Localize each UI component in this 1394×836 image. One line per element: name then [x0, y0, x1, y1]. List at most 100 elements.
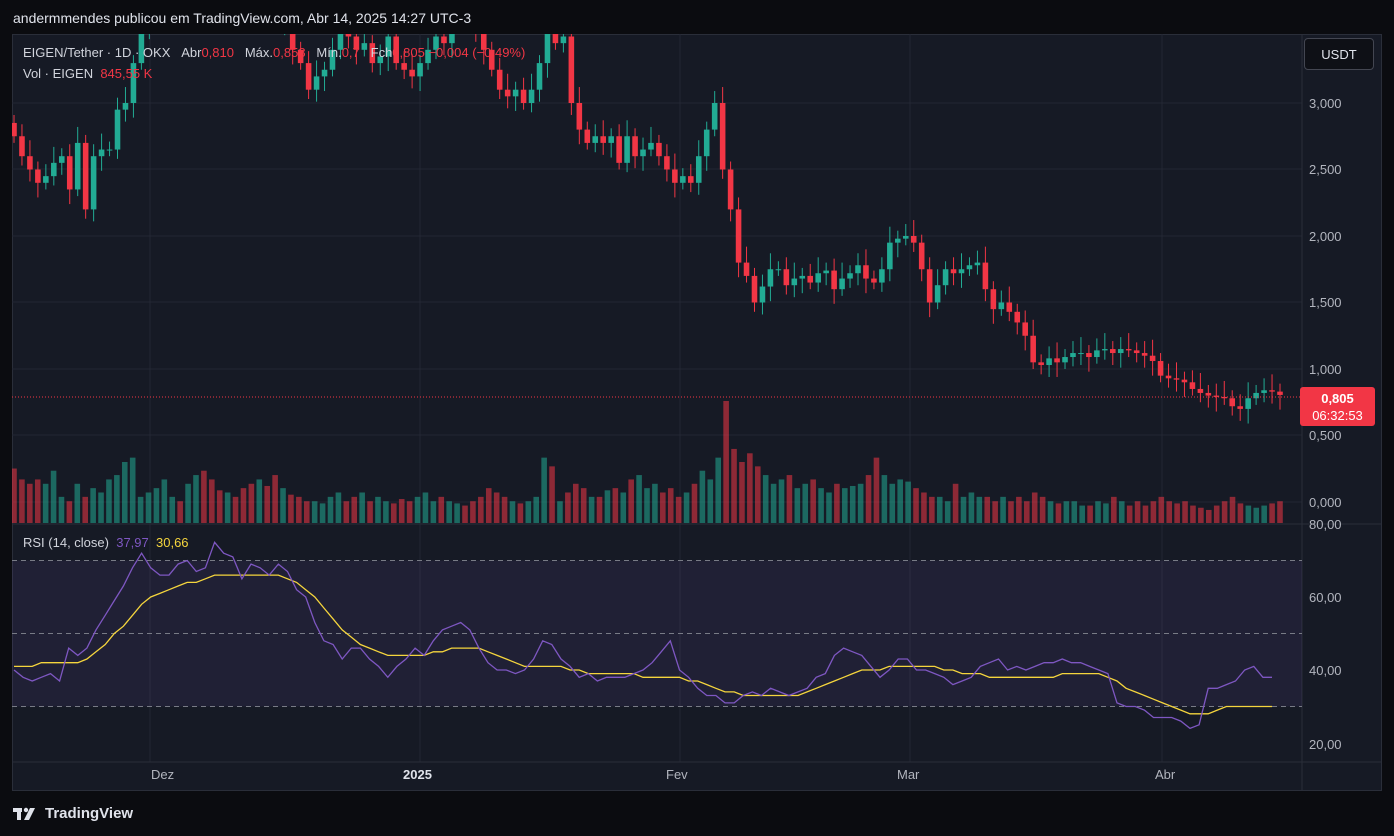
candle-body [504, 89, 511, 97]
change-value: −0,004 (−0,49%) [428, 45, 526, 60]
volume-bar [580, 488, 587, 523]
volume-bar [739, 462, 745, 523]
volume-bar [620, 492, 627, 523]
volume-bar [984, 496, 991, 523]
volume-bar [509, 501, 516, 523]
volume-bar [660, 492, 666, 523]
candle-body [1086, 353, 1092, 358]
candle-body [1133, 350, 1140, 354]
volume-bar [1047, 501, 1054, 523]
volume-bar [1039, 496, 1046, 523]
candle-body [560, 36, 567, 44]
currency-button[interactable]: USDT [1304, 38, 1374, 70]
volume-bar [1031, 492, 1038, 523]
volume-bar [422, 492, 429, 523]
candle-body [520, 89, 527, 103]
volume-bar [351, 496, 358, 523]
candle-body [544, 34, 551, 64]
candle-body [918, 242, 925, 270]
volume-bar [27, 483, 33, 523]
volume-bar [1206, 509, 1212, 523]
rsi-label[interactable]: RSI (14, close) [23, 535, 109, 550]
time-tick: Abr [1155, 767, 1176, 782]
candle-body [616, 136, 622, 163]
candle-body [632, 136, 638, 157]
publisher-header: andermmendes publicou em TradingView.com… [13, 10, 472, 26]
candle-body [401, 63, 407, 70]
price-tick: 0,000 [1309, 495, 1342, 510]
volume-bar [517, 503, 524, 523]
volume-bar [82, 496, 88, 523]
volume-bar [1126, 505, 1133, 523]
candle-body [958, 269, 965, 274]
volume-bar [770, 483, 777, 523]
footer-brand[interactable]: TradingView [13, 805, 133, 822]
volume-bar [857, 483, 864, 523]
candle-body [640, 149, 646, 157]
volume-bar [541, 457, 547, 523]
candle-body [576, 103, 583, 130]
candle-body [608, 136, 614, 143]
candle-body [1173, 378, 1180, 380]
candle-body [791, 278, 798, 286]
candle-body [664, 156, 670, 170]
candle-body [1022, 322, 1028, 336]
volume-bar [715, 457, 721, 523]
candle-body [592, 136, 599, 143]
volume-bar [501, 496, 508, 523]
price-tick: 2,000 [1309, 229, 1342, 244]
candle-body [1110, 349, 1116, 354]
volume-bar [137, 496, 144, 523]
candle-body [982, 262, 989, 290]
volume-bar [1016, 496, 1022, 523]
volume-bar [1174, 503, 1180, 523]
candle-body [1157, 361, 1164, 376]
candle-body [1149, 355, 1156, 362]
volume-bar [1150, 501, 1157, 523]
volume-bar [992, 501, 998, 523]
volume-bar [209, 479, 215, 523]
candle-body [27, 156, 33, 170]
volume-bar [636, 475, 642, 523]
volume-bar [1111, 496, 1117, 523]
volume-bar [161, 479, 168, 523]
volume-bar [438, 496, 445, 523]
candle-body [568, 36, 575, 103]
volume-bar [976, 496, 983, 523]
last-price-tag: 0,805 06:32:53 [1300, 387, 1375, 426]
candle-body [815, 273, 821, 283]
volume-bar [485, 488, 492, 523]
candle-body [863, 265, 869, 279]
open-value: 0,810 [201, 45, 234, 60]
candle-body [1078, 353, 1084, 355]
volume-bar [968, 492, 975, 523]
candle-body [783, 269, 790, 286]
volume-bar [905, 481, 911, 523]
volume-bar [343, 501, 350, 523]
candle-body [66, 156, 73, 190]
volume-label[interactable]: Vol · EIGEN [23, 66, 93, 81]
chart-canvas[interactable] [12, 34, 1382, 791]
last-price: 0,805 [1321, 391, 1354, 406]
volume-bar [944, 501, 951, 523]
volume-bar [1190, 505, 1196, 523]
volume-bar [929, 496, 935, 523]
volume-bar [881, 475, 888, 523]
volume-bar [1229, 496, 1236, 523]
high-label: Máx. [244, 45, 274, 60]
volume-bar [296, 496, 302, 523]
candle-body [974, 262, 981, 266]
price-tick: 0,500 [1309, 428, 1342, 443]
volume-bar [723, 401, 729, 523]
candle-body [910, 236, 917, 243]
volume-bar [367, 501, 373, 523]
volume-bar [153, 488, 160, 523]
candle-body [114, 109, 121, 150]
volume-bar [1253, 507, 1260, 523]
volume-bar [201, 470, 207, 523]
symbol-label[interactable]: EIGEN/Tether · 1D · OKX [23, 45, 170, 60]
volume-bar [1095, 501, 1101, 523]
candle-body [672, 169, 678, 183]
volume-bar [557, 501, 563, 523]
candle-body [735, 209, 742, 263]
